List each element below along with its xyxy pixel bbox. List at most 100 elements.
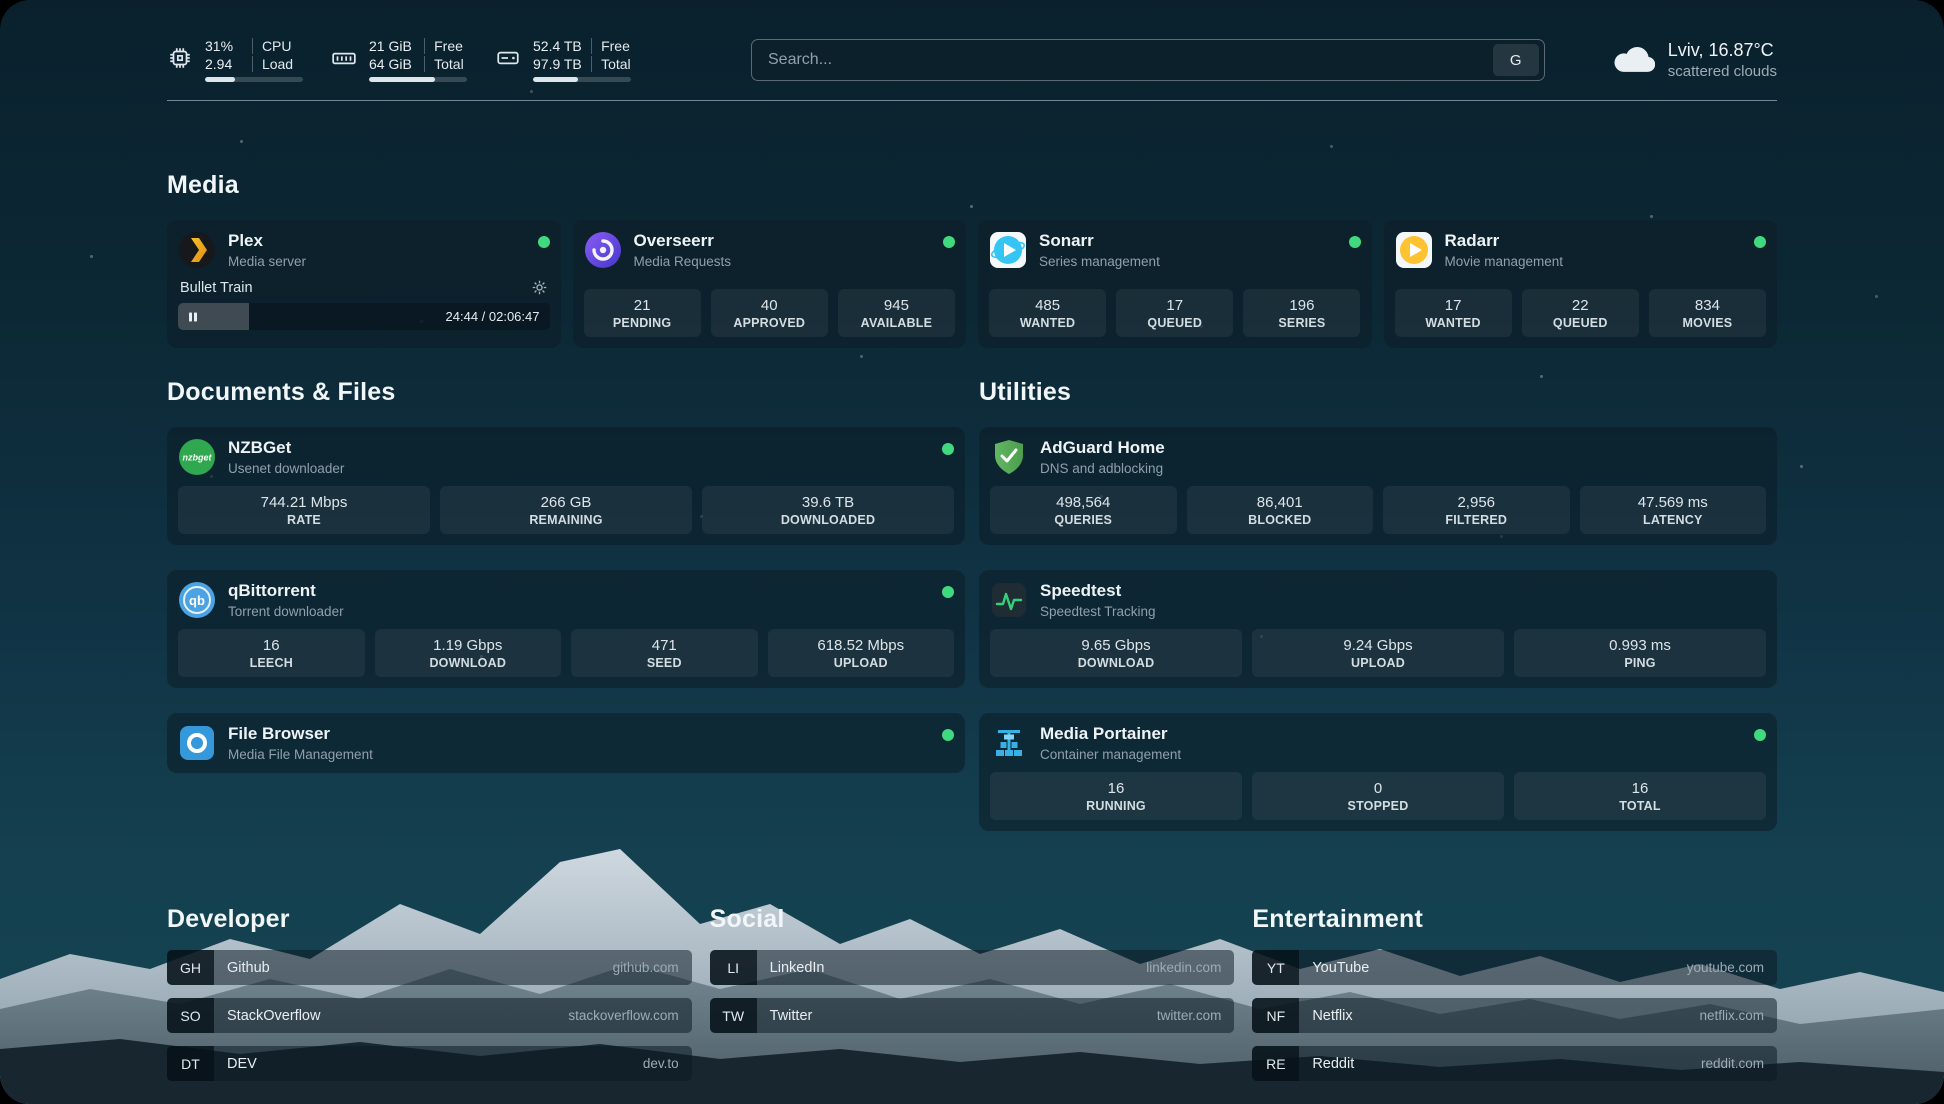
playback-progress-bar[interactable]: 24:44 / 02:06:47 — [178, 303, 550, 330]
stat-blocked: 86,401 BLOCKED — [1187, 486, 1374, 534]
service-name: Media Portainer — [1040, 724, 1181, 744]
qbittorrent-icon: qb — [178, 581, 216, 619]
memory-total-value: 64 GiB — [369, 56, 415, 72]
service-subtitle: Media server — [228, 254, 306, 269]
disk-free-value: 52.4 TB — [533, 38, 582, 54]
bookmark-abbr: YT — [1252, 950, 1299, 985]
stat-series: 196 SERIES — [1243, 289, 1360, 337]
bookmark-name: LinkedIn — [770, 960, 825, 976]
section-documents: Documents & Files nzbget NZBGet — [167, 378, 965, 773]
section-title-media: Media — [167, 171, 1777, 200]
section-media: Media Plex — [167, 171, 1777, 348]
bookmark-github[interactable]: GH Github github.com — [167, 950, 692, 985]
stat-running: 16 RUNNING — [990, 772, 1242, 820]
stat-label: DOWNLOADED — [781, 513, 875, 527]
bookmark-name: Reddit — [1312, 1056, 1354, 1072]
sonarr-icon — [989, 231, 1027, 269]
filebrowser-icon — [178, 724, 216, 762]
search-input[interactable] — [752, 40, 1493, 80]
service-name: Plex — [228, 231, 306, 251]
speedtest-icon — [990, 581, 1028, 619]
settings-gear-icon[interactable] — [531, 279, 548, 296]
stat-upload: 618.52 Mbps UPLOAD — [768, 629, 955, 677]
service-subtitle: Movie management — [1445, 254, 1564, 269]
disk-total-value: 97.9 TB — [533, 56, 582, 72]
bookmark-twitter[interactable]: TW Twitter twitter.com — [710, 998, 1235, 1033]
disk-free-label: Free — [591, 38, 631, 54]
stat-label: SERIES — [1278, 316, 1325, 330]
stat-label: QUEUED — [1147, 316, 1202, 330]
stat-label: WANTED — [1425, 316, 1480, 330]
stat-queued: 17 QUEUED — [1116, 289, 1233, 337]
memory-icon — [331, 45, 357, 76]
service-card-radarr[interactable]: Radarr Movie management 17 WANTED 22 QUE… — [1384, 220, 1778, 348]
stat-label: MOVIES — [1682, 316, 1732, 330]
service-card-qbittorrent[interactable]: qb qBittorrent Torrent downloader — [167, 570, 965, 688]
search-provider-button[interactable]: G — [1493, 44, 1539, 76]
stat-label: RATE — [287, 513, 321, 527]
stat-value: 618.52 Mbps — [817, 637, 904, 654]
stat-download: 1.19 Gbps DOWNLOAD — [375, 629, 562, 677]
weather-condition: scattered clouds — [1668, 63, 1777, 80]
service-card-portainer[interactable]: Media Portainer Container management 16 … — [979, 713, 1777, 831]
bookmark-reddit[interactable]: RE Reddit reddit.com — [1252, 1046, 1777, 1081]
bookmark-netflix[interactable]: NF Netflix netflix.com — [1252, 998, 1777, 1033]
service-card-filebrowser[interactable]: File Browser Media File Management — [167, 713, 965, 773]
bookmark-url: reddit.com — [1701, 1056, 1764, 1071]
stat-ping: 0.993 ms PING — [1514, 629, 1766, 677]
bookmark-abbr: RE — [1252, 1046, 1299, 1081]
stat-label: LATENCY — [1643, 513, 1703, 527]
stat-value: 16 — [1632, 780, 1649, 797]
service-card-sonarr[interactable]: Sonarr Series management 485 WANTED 17 Q… — [978, 220, 1372, 348]
stat-label: LEECH — [250, 656, 293, 670]
bookmark-stackoverflow[interactable]: SO StackOverflow stackoverflow.com — [167, 998, 692, 1033]
bookmark-youtube[interactable]: YT YouTube youtube.com — [1252, 950, 1777, 985]
status-dot — [538, 236, 550, 248]
now-playing-title: Bullet Train — [180, 280, 253, 296]
service-name: Radarr — [1445, 231, 1564, 251]
bookmark-abbr: LI — [710, 950, 757, 985]
stat-value: 9.65 Gbps — [1081, 637, 1150, 654]
service-card-speedtest[interactable]: Speedtest Speedtest Tracking 9.65 Gbps D… — [979, 570, 1777, 688]
service-card-plex[interactable]: Plex Media server Bullet Train — [167, 220, 561, 348]
status-dot — [942, 443, 954, 455]
stat-value: 0.993 ms — [1609, 637, 1671, 654]
stat-label: AVAILABLE — [861, 316, 932, 330]
cpu-load-label: Load — [252, 56, 303, 72]
memory-progress-track — [369, 77, 467, 82]
stat-value: 40 — [761, 297, 778, 314]
top-bar: 31% CPU 2.94 Load — [167, 0, 1777, 82]
bookmark-dev[interactable]: DT DEV dev.to — [167, 1046, 692, 1081]
stat-stopped: 0 STOPPED — [1252, 772, 1504, 820]
bookmark-name: YouTube — [1312, 960, 1369, 976]
status-dot — [1754, 729, 1766, 741]
pause-icon[interactable] — [187, 311, 199, 323]
section-entertainment: Entertainment YT YouTube youtube.com NF … — [1252, 905, 1777, 1081]
playback-time: 24:44 / 02:06:47 — [446, 309, 540, 324]
service-card-overseerr[interactable]: Overseerr Media Requests 21 PENDING 40 A… — [573, 220, 967, 348]
cpu-usage-label: CPU — [252, 38, 303, 54]
stat-label: RUNNING — [1086, 799, 1146, 813]
stat-value: 498,564 — [1056, 494, 1110, 511]
overseerr-icon — [584, 231, 622, 269]
bookmark-linkedin[interactable]: LI LinkedIn linkedin.com — [710, 950, 1235, 985]
bookmark-abbr: NF — [1252, 998, 1299, 1033]
memory-total-label: Total — [424, 56, 467, 72]
svg-text:qb: qb — [189, 593, 205, 608]
service-subtitle: Container management — [1040, 747, 1181, 762]
stat-label: PING — [1624, 656, 1655, 670]
service-subtitle: DNS and adblocking — [1040, 461, 1165, 476]
bookmark-url: stackoverflow.com — [568, 1008, 678, 1023]
stat-label: TOTAL — [1619, 799, 1661, 813]
bookmark-url: netflix.com — [1699, 1008, 1764, 1023]
stat-latency: 47.569 ms LATENCY — [1580, 486, 1767, 534]
memory-progress-fill — [369, 77, 435, 82]
service-card-adguard[interactable]: AdGuard Home DNS and adblocking 498,564 … — [979, 427, 1777, 545]
status-dot — [943, 236, 955, 248]
section-title-developer: Developer — [167, 905, 692, 934]
disk-progress-fill — [533, 77, 578, 82]
service-subtitle: Usenet downloader — [228, 461, 344, 476]
cpu-usage-value: 31% — [205, 38, 243, 54]
stat-queries: 498,564 QUERIES — [990, 486, 1177, 534]
service-card-nzbget[interactable]: nzbget NZBGet Usenet downloader 74 — [167, 427, 965, 545]
